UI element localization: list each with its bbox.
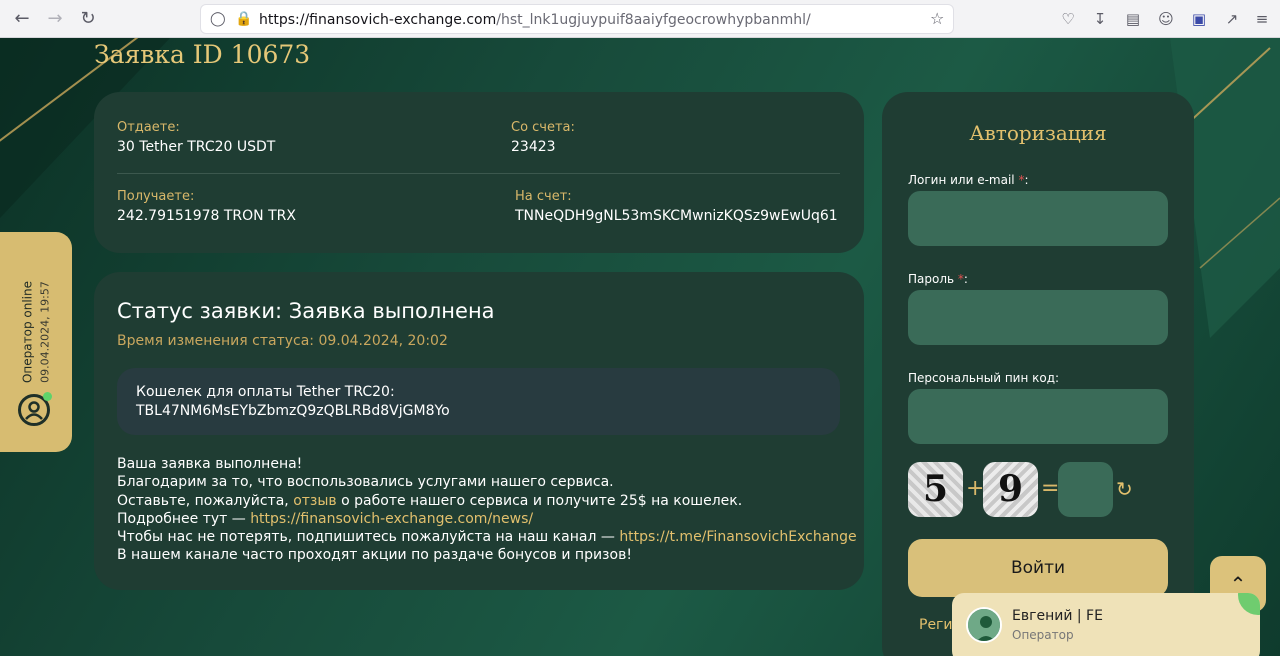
message-line: В нашем канале часто проходят акции по р…	[117, 547, 632, 564]
operator-status-time: 09.04.2024, 19:57	[38, 281, 52, 383]
captcha-input[interactable]	[1058, 462, 1113, 517]
pin-input[interactable]	[908, 389, 1168, 444]
status-changed-time: Время изменения статуса: 09.04.2024, 20:…	[117, 333, 448, 349]
chat-operator-avatar	[966, 607, 1002, 643]
captcha-plus: +	[966, 476, 985, 501]
message-line: Чтобы нас не потерять, подпишитесь пожал…	[117, 529, 857, 546]
receive-value: 242.79151978 TRON TRX	[117, 208, 296, 224]
address-bar[interactable]: ◯ 🔒 https://finansovich-exchange.com/hst…	[200, 4, 954, 34]
auth-card: Авторизация Логин или e-mail *: Пароль *…	[882, 92, 1194, 656]
page-title: Заявка ID 10673	[94, 40, 311, 69]
wallet-address: TBL47NM6MsEYbZbmzQ9zQBLRBd8VjGM8Yo	[136, 403, 450, 419]
message-line: Подробнее тут — https://finansovich-exch…	[117, 510, 534, 527]
login-button[interactable]: Войти	[908, 539, 1168, 597]
telegram-link[interactable]: https://t.me/FinansovichExchange	[619, 529, 856, 545]
to-account-label: На счет:	[515, 189, 572, 204]
pin-label: Персональный пин код:	[908, 371, 1060, 385]
chat-widget[interactable]: Евгений | FE Оператор	[952, 593, 1260, 656]
payment-wallet-box: Кошелек для оплаты Tether TRC20: TBL47NM…	[117, 368, 840, 435]
review-link[interactable]: отзыв	[293, 493, 336, 509]
captcha-digit-a: 5	[908, 462, 963, 517]
receive-label: Получаете:	[117, 189, 195, 204]
message-line: Благодарим за то, что воспользовались ус…	[117, 474, 614, 491]
news-link[interactable]: https://finansovich-exchange.com/news/	[250, 511, 533, 527]
shield-icon[interactable]: ◯	[210, 11, 226, 27]
captcha-equals: =	[1041, 476, 1060, 501]
operator-online-tab[interactable]: Оператор online 09.04.2024, 19:57	[0, 232, 72, 452]
operator-status-text: Оператор online	[20, 280, 35, 384]
page-content: Заявка ID 10673 Отдаете: 30 Tether TRC20…	[0, 38, 1280, 656]
captcha-refresh-icon[interactable]: ↻	[1116, 477, 1133, 501]
give-label: Отдаете:	[117, 120, 180, 135]
operator-status: Оператор online 09.04.2024, 19:57	[21, 281, 52, 383]
pocket-icon[interactable]: ♡	[1058, 9, 1078, 29]
extension-icon[interactable]: ▣	[1189, 9, 1209, 29]
forward-arrow-icon[interactable]: →	[45, 9, 65, 29]
status-title: Статус заявки: Заявка выполнена	[117, 299, 495, 323]
back-arrow-icon[interactable]: ←	[12, 9, 32, 29]
password-input[interactable]	[908, 290, 1168, 345]
menu-icon[interactable]: ≡	[1252, 9, 1272, 29]
message-line: Ваша заявка выполнена!	[117, 456, 303, 472]
login-input[interactable]	[908, 191, 1168, 246]
from-account-label: Со счета:	[511, 120, 575, 135]
share-icon[interactable]: ↗	[1222, 9, 1242, 29]
url-text[interactable]: https://finansovich-exchange.com/hst_lnk…	[259, 12, 811, 28]
from-account-value: 23423	[511, 139, 556, 155]
reader-view-icon[interactable]: ▤	[1123, 9, 1143, 29]
operator-avatar-icon	[18, 392, 52, 426]
account-icon[interactable]: ☺	[1156, 9, 1176, 29]
order-status-card: Статус заявки: Заявка выполнена Время из…	[94, 272, 864, 590]
give-value: 30 Tether TRC20 USDT	[117, 139, 276, 155]
password-label: Пароль *:	[908, 272, 968, 286]
order-details-card: Отдаете: 30 Tether TRC20 USDT Со счета: …	[94, 92, 864, 253]
message-line: Оставьте, пожалуйста, отзыв о работе наш…	[117, 492, 743, 509]
bookmark-star-icon[interactable]: ☆	[930, 11, 944, 27]
auth-title: Авторизация	[969, 121, 1107, 145]
chat-operator-name: Евгений | FE	[1012, 608, 1103, 624]
login-label: Логин или e-mail *:	[908, 173, 1029, 187]
browser-toolbar: ← → ↻ ◯ 🔒 https://finansovich-exchange.c…	[0, 0, 1280, 38]
captcha-digit-b: 9	[983, 462, 1038, 517]
reload-icon[interactable]: ↻	[78, 9, 98, 29]
divider	[117, 173, 840, 174]
download-icon[interactable]: ↧	[1090, 9, 1110, 29]
lock-icon[interactable]: 🔒	[235, 11, 252, 27]
chat-operator-role: Оператор	[1012, 628, 1074, 642]
wallet-label: Кошелек для оплаты Tether TRC20:	[136, 384, 395, 400]
chat-online-indicator	[1238, 593, 1260, 615]
to-account-value: TNNeQDH9gNL53mSKCMwnizKQSz9wEwUq61	[515, 208, 838, 224]
status-message: Ваша заявка выполнена! Благодарим за то,…	[117, 455, 857, 565]
